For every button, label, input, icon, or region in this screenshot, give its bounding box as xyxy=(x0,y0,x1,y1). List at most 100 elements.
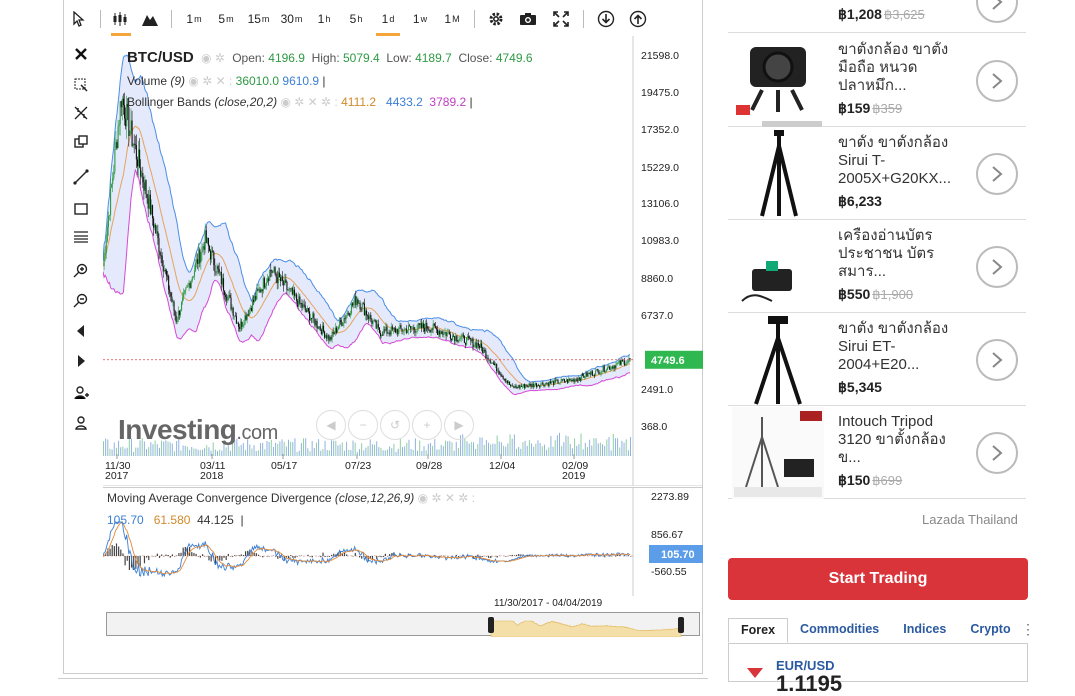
measure-icon[interactable] xyxy=(70,102,92,124)
cursor-icon[interactable] xyxy=(64,2,94,36)
product-title[interactable]: เครื่องอ่านบัตร ประชาชน บัตร สมาร... xyxy=(838,227,963,283)
candle-body xyxy=(589,373,590,374)
candle-body xyxy=(580,379,581,380)
volume-bar xyxy=(320,451,321,456)
product-price-row: ฿150฿699 xyxy=(838,472,902,489)
zoom-in-button[interactable]: + xyxy=(412,410,442,440)
start-trading-button[interactable]: Start Trading xyxy=(728,558,1028,600)
ticker-panel xyxy=(728,644,1028,682)
interval-1d[interactable]: 1d xyxy=(372,2,404,36)
product-title[interactable]: ขาตั้ง ขาตั้งกล้อง Sirui T-2005X+G20KX..… xyxy=(838,134,963,190)
price-axis-label: 17352.0 xyxy=(641,124,679,136)
tab-crypto[interactable]: Crypto xyxy=(958,618,1022,643)
more-menu-icon[interactable]: ⋮ xyxy=(1021,621,1035,638)
candle-body xyxy=(297,301,298,307)
product-item[interactable]: ขาตั้งกล้อง ขาตั้ง มือถือ หนวด ปลาหมึก..… xyxy=(728,34,1026,127)
product-title[interactable]: ขาตั้งกล้อง ขาตั้ง มือถือ หนวด ปลาหมึก..… xyxy=(838,41,963,97)
reset-button[interactable]: ↺ xyxy=(380,410,410,440)
product-item[interactable]: Intouch Tripod 3120 ขาตั้งกล้อง ข... ฿150… xyxy=(728,406,1026,499)
zoom-in-icon[interactable] xyxy=(70,260,92,282)
candle-body xyxy=(621,360,622,365)
product-image[interactable] xyxy=(732,221,824,313)
scroll-right-icon[interactable] xyxy=(70,350,92,372)
candle-body xyxy=(534,385,535,387)
trendline-icon[interactable] xyxy=(70,166,92,188)
product-image[interactable] xyxy=(732,407,824,499)
tab-forex[interactable]: Forex xyxy=(728,618,788,643)
chevron-right-icon[interactable] xyxy=(976,0,1018,23)
candle-body xyxy=(364,304,365,316)
volume-bar xyxy=(529,440,530,456)
volume-bar xyxy=(107,439,108,456)
zoom-out-icon[interactable] xyxy=(70,290,92,312)
person-icon[interactable] xyxy=(70,412,92,434)
tab-commodities[interactable]: Commodities xyxy=(788,618,891,643)
volume-bar xyxy=(365,448,366,456)
magnet-icon[interactable] xyxy=(70,382,92,404)
candle-body xyxy=(375,320,376,321)
volume-bar xyxy=(103,441,104,456)
interval-5m[interactable]: 5m xyxy=(210,2,242,36)
crosshair-delete-icon[interactable] xyxy=(70,74,92,96)
volume-bar xyxy=(340,445,341,456)
product-image[interactable] xyxy=(732,128,824,220)
rectangle-icon[interactable] xyxy=(70,198,92,220)
candle-body xyxy=(531,384,532,386)
volume-bar xyxy=(613,434,614,456)
candle-body xyxy=(300,303,301,304)
candle-body xyxy=(224,290,225,294)
candle-body xyxy=(365,311,366,316)
fibonacci-icon[interactable] xyxy=(70,226,92,248)
upload-icon[interactable] xyxy=(622,2,654,36)
mountain-chart-icon[interactable] xyxy=(135,2,165,36)
candle-body xyxy=(625,364,626,365)
product-image[interactable] xyxy=(732,35,824,127)
price-axis-label: 10983.0 xyxy=(641,235,679,247)
chevron-right-icon[interactable] xyxy=(976,432,1018,474)
interval-30m[interactable]: 30m xyxy=(275,2,308,36)
macd-hist-bar xyxy=(615,556,616,557)
chevron-right-icon[interactable] xyxy=(976,246,1018,288)
interval-1M[interactable]: 1M xyxy=(436,2,468,36)
product-item[interactable]: เครื่องอ่านบัตร ประชาชน บัตร สมาร...฿550… xyxy=(728,220,1026,313)
interval-15m[interactable]: 15m xyxy=(242,2,275,36)
scroll-left-button[interactable]: ◀ xyxy=(316,410,346,440)
interval-1w[interactable]: 1w xyxy=(404,2,436,36)
navigator[interactable] xyxy=(106,612,700,636)
product-item[interactable]: ขาตั้ง ขาตั้งกล้อง Sirui ET-2004+E20...฿… xyxy=(728,313,1026,406)
product-title[interactable]: ขาตั้ง ขาตั้งกล้อง Sirui ET-2004+E20... xyxy=(838,320,963,376)
scroll-right-button[interactable]: ▶ xyxy=(444,410,474,440)
gear-icon[interactable] xyxy=(481,2,511,36)
product-item[interactable]: ขาตั้ง ขาตั้งกล้อง Sirui T-2005X+G20KX..… xyxy=(728,127,1026,220)
zoom-out-button[interactable]: − xyxy=(348,410,378,440)
chevron-right-icon[interactable] xyxy=(976,153,1018,195)
candle-body xyxy=(575,379,576,381)
product-image[interactable] xyxy=(732,314,824,406)
candle-body xyxy=(291,288,292,289)
candle-body xyxy=(206,230,207,243)
volume-bar xyxy=(404,446,405,456)
camera-icon[interactable] xyxy=(511,2,545,36)
candle-body xyxy=(450,334,451,338)
download-icon[interactable] xyxy=(590,2,622,36)
close-icon[interactable] xyxy=(70,43,92,65)
copy-icon[interactable] xyxy=(70,132,92,154)
product-item[interactable]: ฿1,208฿3,625 xyxy=(728,0,1026,33)
fullscreen-icon[interactable] xyxy=(545,2,577,36)
scroll-left-icon[interactable] xyxy=(70,320,92,342)
candlestick-icon[interactable] xyxy=(107,2,135,36)
candle-body xyxy=(547,383,548,384)
interval-5h[interactable]: 5h xyxy=(340,2,372,36)
volume-bar xyxy=(550,436,551,456)
product-title[interactable]: Intouch Tripod 3120 ขาตั้งกล้อง ข... xyxy=(838,413,963,469)
chevron-right-icon[interactable] xyxy=(976,339,1018,381)
candle-body xyxy=(198,249,199,264)
tab-indices[interactable]: Indices xyxy=(891,618,958,643)
volume-bar xyxy=(200,450,201,456)
chevron-right-icon[interactable] xyxy=(976,60,1018,102)
interval-1m[interactable]: 1m xyxy=(178,2,210,36)
candle-body xyxy=(538,385,539,386)
candle-body xyxy=(144,180,145,190)
candle-body xyxy=(227,296,228,300)
interval-1h[interactable]: 1h xyxy=(308,2,340,36)
